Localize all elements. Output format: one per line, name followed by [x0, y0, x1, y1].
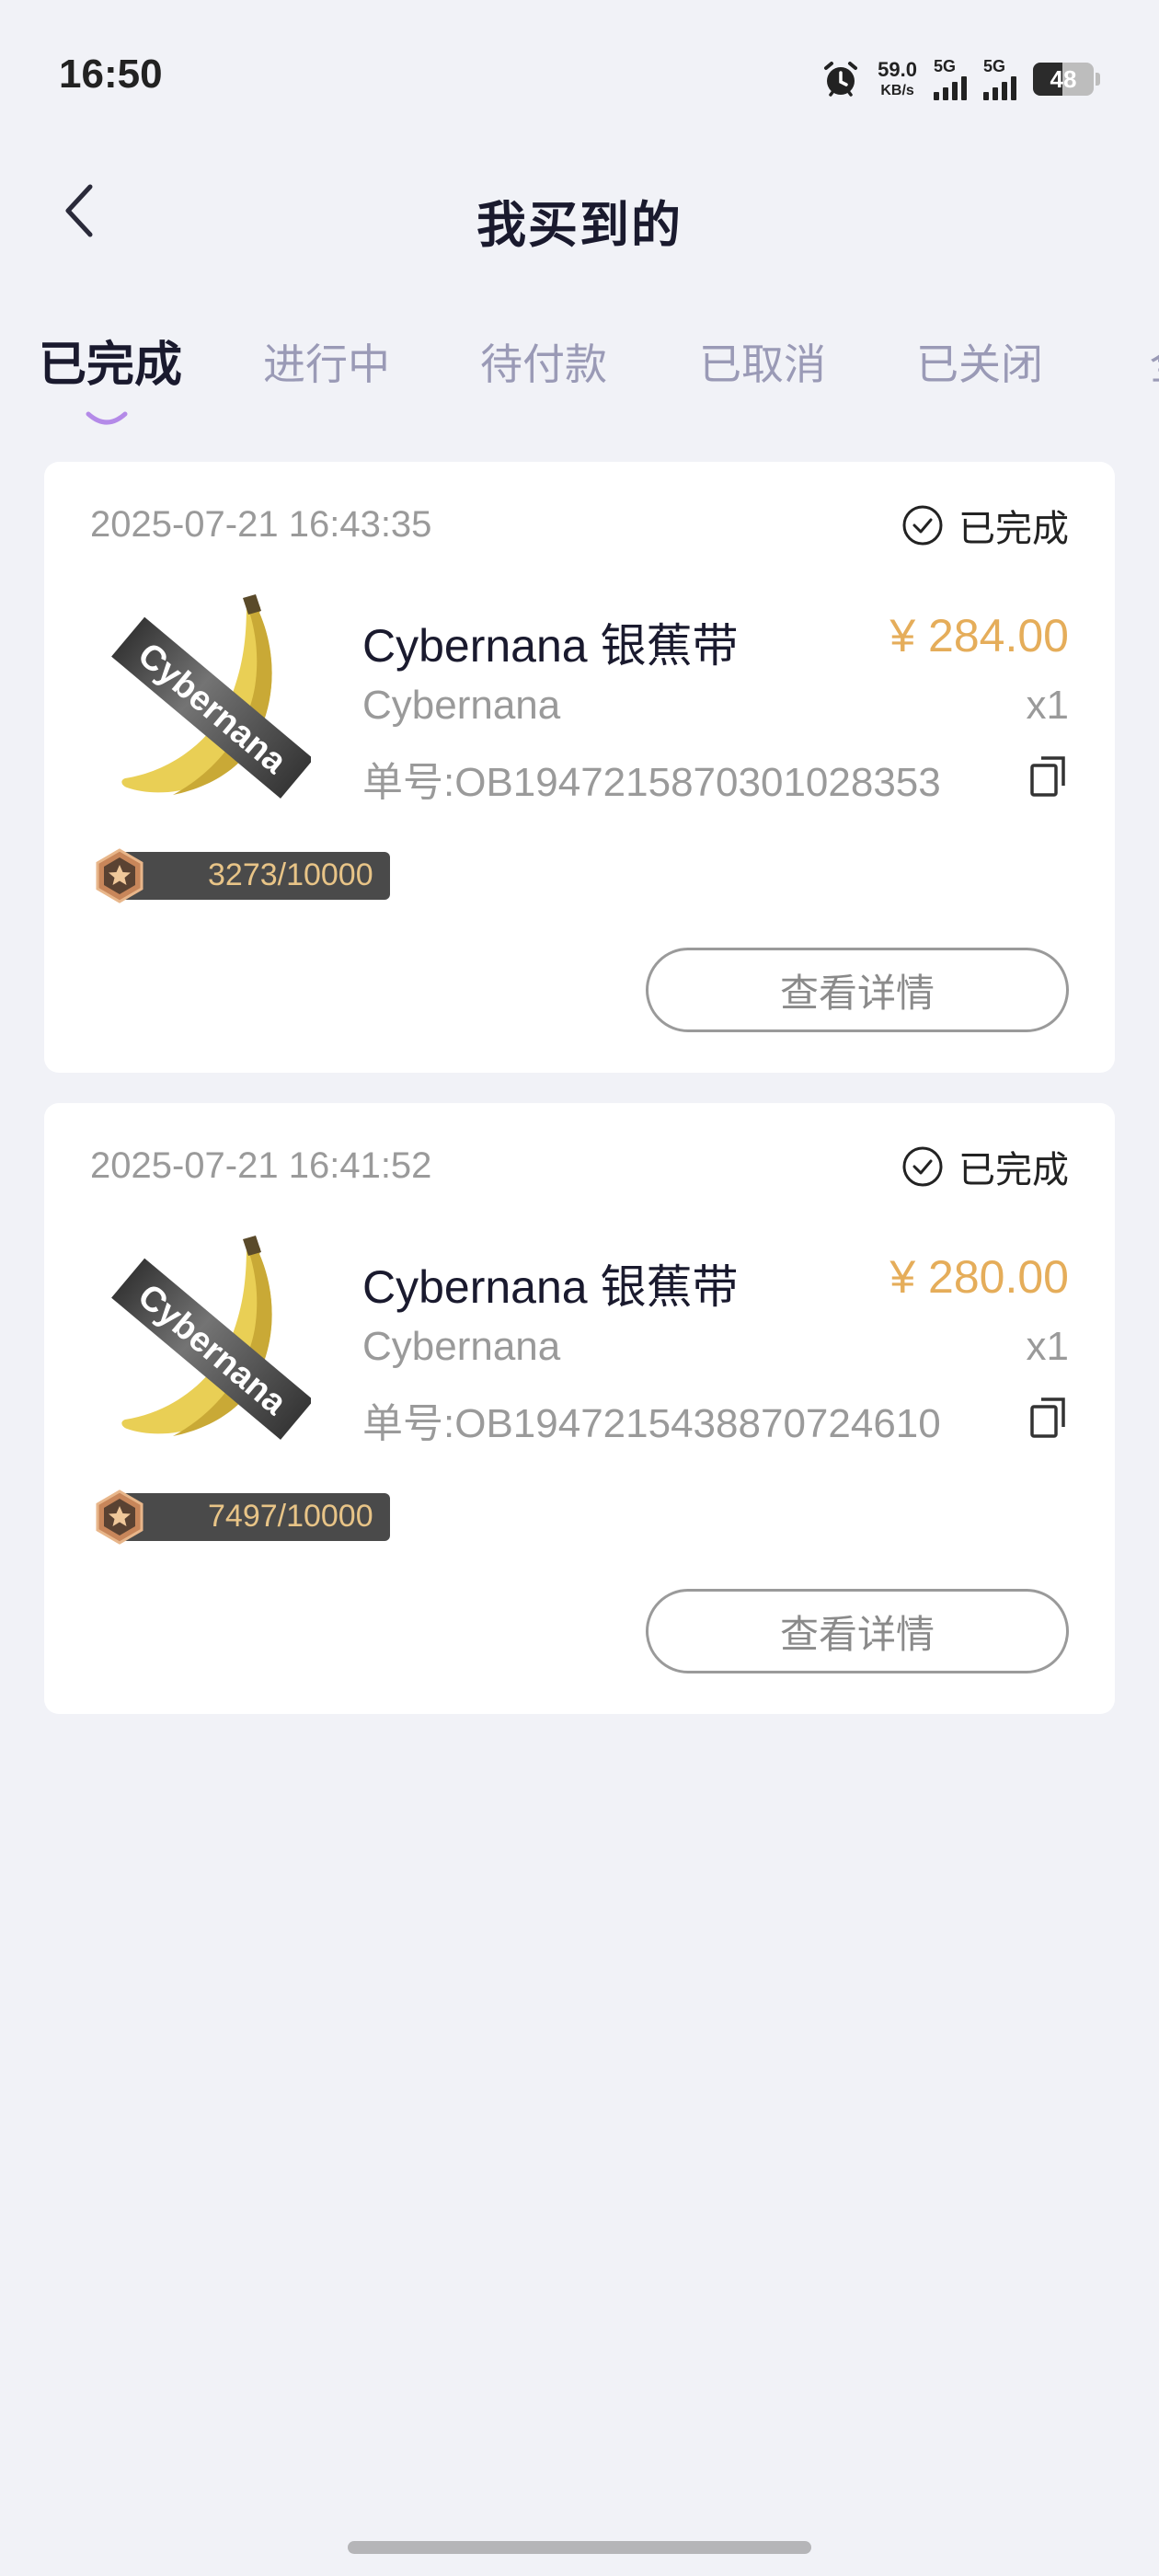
app-header: 我买到的 — [0, 166, 1159, 258]
battery-tip — [1096, 73, 1100, 86]
alarm-icon — [820, 59, 861, 99]
star-badge-icon — [96, 848, 143, 903]
product-image[interactable]: Cybernana — [109, 1232, 311, 1453]
signal-icon: 5G — [983, 58, 1016, 100]
tab-closed[interactable]: 已关闭 — [916, 331, 1043, 392]
order-time: 2025-07-21 16:43:35 — [90, 504, 432, 545]
edition-number: 3273/10000 — [208, 857, 373, 892]
product-image[interactable]: Cybernana — [109, 591, 311, 811]
product-name: Cybernana 银蕉带 — [362, 1261, 739, 1313]
edition-number: 7497/10000 — [208, 1499, 373, 1534]
order-time: 2025-07-21 16:41:52 — [90, 1145, 432, 1186]
page-title: 我买到的 — [476, 198, 683, 253]
order-status: 已完成 — [901, 499, 1069, 552]
product-price: ¥ 284.00 — [889, 610, 1069, 661]
tab-cancelled[interactable]: 已取消 — [699, 331, 826, 392]
order-status-label: 已完成 — [958, 509, 1069, 549]
order-status-label: 已完成 — [958, 1150, 1069, 1190]
view-details-button[interactable]: 查看详情 — [646, 948, 1069, 1032]
product-quantity: x1 — [1026, 1324, 1069, 1369]
status-time: 16:50 — [59, 52, 163, 97]
order-status: 已完成 — [901, 1140, 1069, 1193]
product-price: ¥ 280.00 — [889, 1251, 1069, 1303]
network-speed: 59.0 KB/s — [878, 58, 917, 98]
order-number: 单号:OB1947215438870724610 — [362, 1401, 941, 1446]
tab-indicator — [86, 411, 128, 425]
product-quantity: x1 — [1026, 683, 1069, 728]
status-bar: 16:50 59.0 KB/s 5G 5G 48 — [0, 0, 1159, 156]
tab-completed[interactable]: 已完成 — [39, 331, 182, 395]
edition-badge: 7497/10000 — [92, 1489, 390, 1545]
battery-icon: 48 — [1033, 63, 1094, 96]
order-card[interactable]: 2025-07-21 16:43:35 已完成 Cybernana Cybern… — [44, 462, 1115, 1073]
home-indicator[interactable] — [348, 2541, 811, 2554]
order-status-tabs: 已完成 进行中 待付款 已取消 已关闭 全 — [0, 331, 1159, 432]
tab-overflow[interactable]: 全 — [1150, 331, 1159, 392]
star-badge-icon — [96, 1489, 143, 1545]
check-circle-icon — [902, 1146, 943, 1187]
status-icons: 59.0 KB/s 5G 5G 48 — [820, 53, 1100, 105]
copy-icon[interactable] — [1028, 1396, 1069, 1440]
edition-badge: 3273/10000 — [92, 848, 390, 903]
check-circle-icon — [902, 505, 943, 546]
copy-icon[interactable] — [1028, 754, 1069, 799]
product-name: Cybernana 银蕉带 — [362, 620, 739, 672]
order-card[interactable]: 2025-07-21 16:41:52 已完成 Cybernana Cybern… — [44, 1103, 1115, 1714]
tab-in-progress[interactable]: 进行中 — [263, 331, 390, 392]
view-details-button[interactable]: 查看详情 — [646, 1589, 1069, 1673]
product-brand: Cybernana — [362, 1324, 561, 1369]
order-number: 单号:OB1947215870301028353 — [362, 760, 941, 805]
tab-pending-payment[interactable]: 待付款 — [480, 331, 607, 392]
product-brand: Cybernana — [362, 683, 561, 728]
signal-icon: 5G — [934, 58, 967, 100]
